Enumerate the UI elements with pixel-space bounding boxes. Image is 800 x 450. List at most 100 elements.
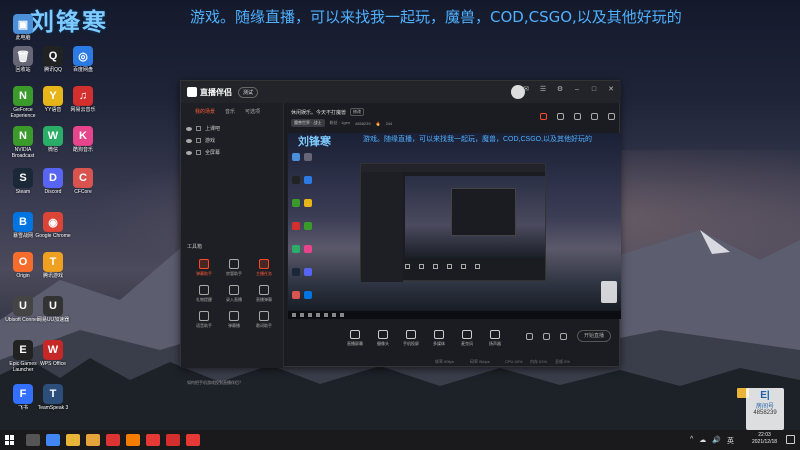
scene-item[interactable]: 游戏 [181, 133, 283, 145]
tool-item[interactable]: 直播弹幕 [249, 285, 279, 303]
mic-button[interactable]: 麦克风 [453, 329, 481, 347]
media-button[interactable]: 多媒体 [425, 329, 453, 347]
eye-icon[interactable] [543, 332, 550, 340]
start-live-button[interactable]: 开始直播 [577, 330, 611, 342]
start-button[interactable] [5, 435, 15, 445]
taskbar-app-icon[interactable] [46, 434, 60, 446]
share-icon[interactable] [574, 113, 581, 120]
preview-icon [304, 153, 312, 161]
gift-icon[interactable] [540, 113, 547, 120]
tool-item[interactable]: 语音助手 [189, 311, 219, 329]
tool-item[interactable]: 房管助手 [219, 259, 249, 277]
taskbar-app-icon[interactable] [186, 434, 200, 446]
cloud-icon[interactable]: ☁ [699, 436, 706, 446]
version-badge[interactable]: 测试 [238, 86, 259, 98]
camera-icon [378, 329, 388, 339]
desktop-icon-label: 网易UU加速器 [36, 317, 70, 323]
gear-icon[interactable] [560, 332, 567, 340]
preview-taskbar [288, 311, 621, 319]
desktop-app-icon: W [43, 126, 63, 146]
camera-button[interactable]: 摄像头 [369, 329, 397, 347]
tool-item[interactable]: 弹幕播 [219, 311, 249, 329]
taskbar-app-icon[interactable] [106, 434, 120, 446]
desktop-app-icon: K [73, 126, 93, 146]
settings-icon[interactable] [608, 113, 615, 120]
desktop-icon[interactable]: T TeamSpeak 3 [34, 384, 72, 411]
tools-title: 工具箱 [187, 244, 203, 250]
desktop-icon[interactable]: ◉ Google Chrome [34, 212, 72, 239]
tool-label: 直播弹幕 [256, 297, 272, 302]
tool-icon [229, 311, 239, 321]
desktop-icon[interactable]: ♫ 网易云音乐 [64, 86, 102, 113]
preview-nested-window [360, 163, 546, 282]
clock[interactable]: 22:03 2021/12/18 [752, 432, 777, 446]
app-titlebar: 直播伴侣 测试 ✉ ☰ ⚙ – □ ✕ [181, 81, 621, 103]
lock-icon[interactable] [557, 113, 564, 120]
screen-button[interactable]: 直播屏幕 [341, 329, 369, 347]
tab-music[interactable]: 音乐 [225, 108, 235, 115]
nested-sidebar [361, 172, 403, 282]
sidebar-tip-link[interactable]: 如何把手机游戏投到直播伴侣？ [187, 380, 243, 386]
tool-item[interactable]: 弹幕助手 [189, 259, 219, 277]
desktop-app-icon: ◎ [73, 46, 93, 66]
menu-icon[interactable]: ☰ [539, 86, 547, 94]
tool-label: 弹幕播 [228, 323, 240, 328]
tool-item[interactable]: 歌词助手 [249, 311, 279, 329]
edit-title-button[interactable]: 修改 [350, 108, 365, 116]
phone-icon [406, 329, 416, 339]
preview-icon [292, 245, 300, 253]
scene-item[interactable]: 全屏幕 [181, 145, 283, 157]
taskbar-app-icon[interactable] [166, 434, 180, 446]
taskbar-app-icon[interactable] [66, 434, 80, 446]
stream-preview[interactable]: 刘锋寒 游戏。随缘直播，可以来找我一起玩，魔兽，COD,CSGO,以及其他好玩的 [288, 133, 621, 319]
eye-icon[interactable] [186, 126, 192, 131]
windows-logo-icon [10, 435, 14, 440]
tray-expand-icon[interactable]: ^ [690, 436, 693, 446]
tool-label: 语音助手 [196, 323, 212, 328]
input-method-icon[interactable]: 英 [727, 436, 734, 446]
tab-scenes[interactable]: 我的场景 [195, 108, 215, 115]
close-icon[interactable]: ✕ [607, 86, 615, 94]
message-icon[interactable]: ✉ [522, 86, 530, 94]
status-item: 内存 61% [530, 359, 548, 364]
taskbar-apps [26, 434, 200, 446]
notification-icon[interactable] [786, 435, 795, 444]
desktop-icon[interactable]: ◎ 百度网盘 [64, 46, 102, 73]
eye-icon[interactable] [186, 150, 192, 155]
preview-icon [292, 291, 300, 299]
nested-control-icon [475, 264, 480, 269]
preview-taskbar-icon [340, 313, 344, 317]
taskbar-app-icon[interactable] [146, 434, 160, 446]
taskbar-app-icon[interactable] [86, 434, 100, 446]
desktop-icon[interactable]: U 网易UU加速器 [34, 296, 72, 323]
minimize-icon[interactable]: – [573, 86, 581, 94]
eye-icon[interactable] [186, 138, 192, 143]
camera-toggle-icon[interactable] [526, 332, 533, 340]
desktop-app-icon: O [13, 252, 33, 272]
taskbar-app-icon[interactable] [26, 434, 40, 446]
bell-icon[interactable] [591, 113, 598, 120]
speaker-button[interactable]: 扬声器 [481, 329, 509, 347]
tool-item[interactable]: 礼物提醒 [189, 285, 219, 303]
tool-item[interactable]: 主播任务 [249, 259, 279, 277]
desktop-icon[interactable]: W WPS Office [34, 340, 72, 367]
scene-item[interactable]: 上课吧 [181, 121, 283, 133]
preview-taskbar-icons [292, 313, 344, 317]
maximize-icon[interactable]: □ [590, 86, 598, 94]
tool-grid: 弹幕助手 房管助手 主播任务礼物提醒 录入直播 直播弹幕语音助手 弹幕播 歌词助手 [189, 259, 279, 329]
room-category[interactable]: 魔兽世界 · 战士 [291, 119, 325, 127]
taskbar-app-icon[interactable] [126, 434, 140, 446]
tool-item[interactable]: 录入直播 [219, 285, 249, 303]
tool-icon [199, 311, 209, 321]
phone-button[interactable]: 手机投屏 [397, 329, 425, 347]
preview-desktop-icons [290, 148, 318, 319]
volume-icon[interactable]: 🔊 [712, 436, 721, 446]
desktop-icon[interactable]: C CFCore [64, 168, 102, 195]
settings-icon[interactable]: ⚙ [556, 86, 564, 94]
desktop-icon[interactable]: ▣ 此电脑 [4, 14, 42, 41]
tool-icon [259, 259, 269, 269]
control-extras: 开始直播 [526, 330, 611, 342]
desktop-icon[interactable]: K 酷狗音乐 [64, 126, 102, 153]
desktop-icon[interactable]: T 腾讯游戏 [34, 252, 72, 279]
tab-options[interactable]: 可选项 [245, 108, 260, 115]
